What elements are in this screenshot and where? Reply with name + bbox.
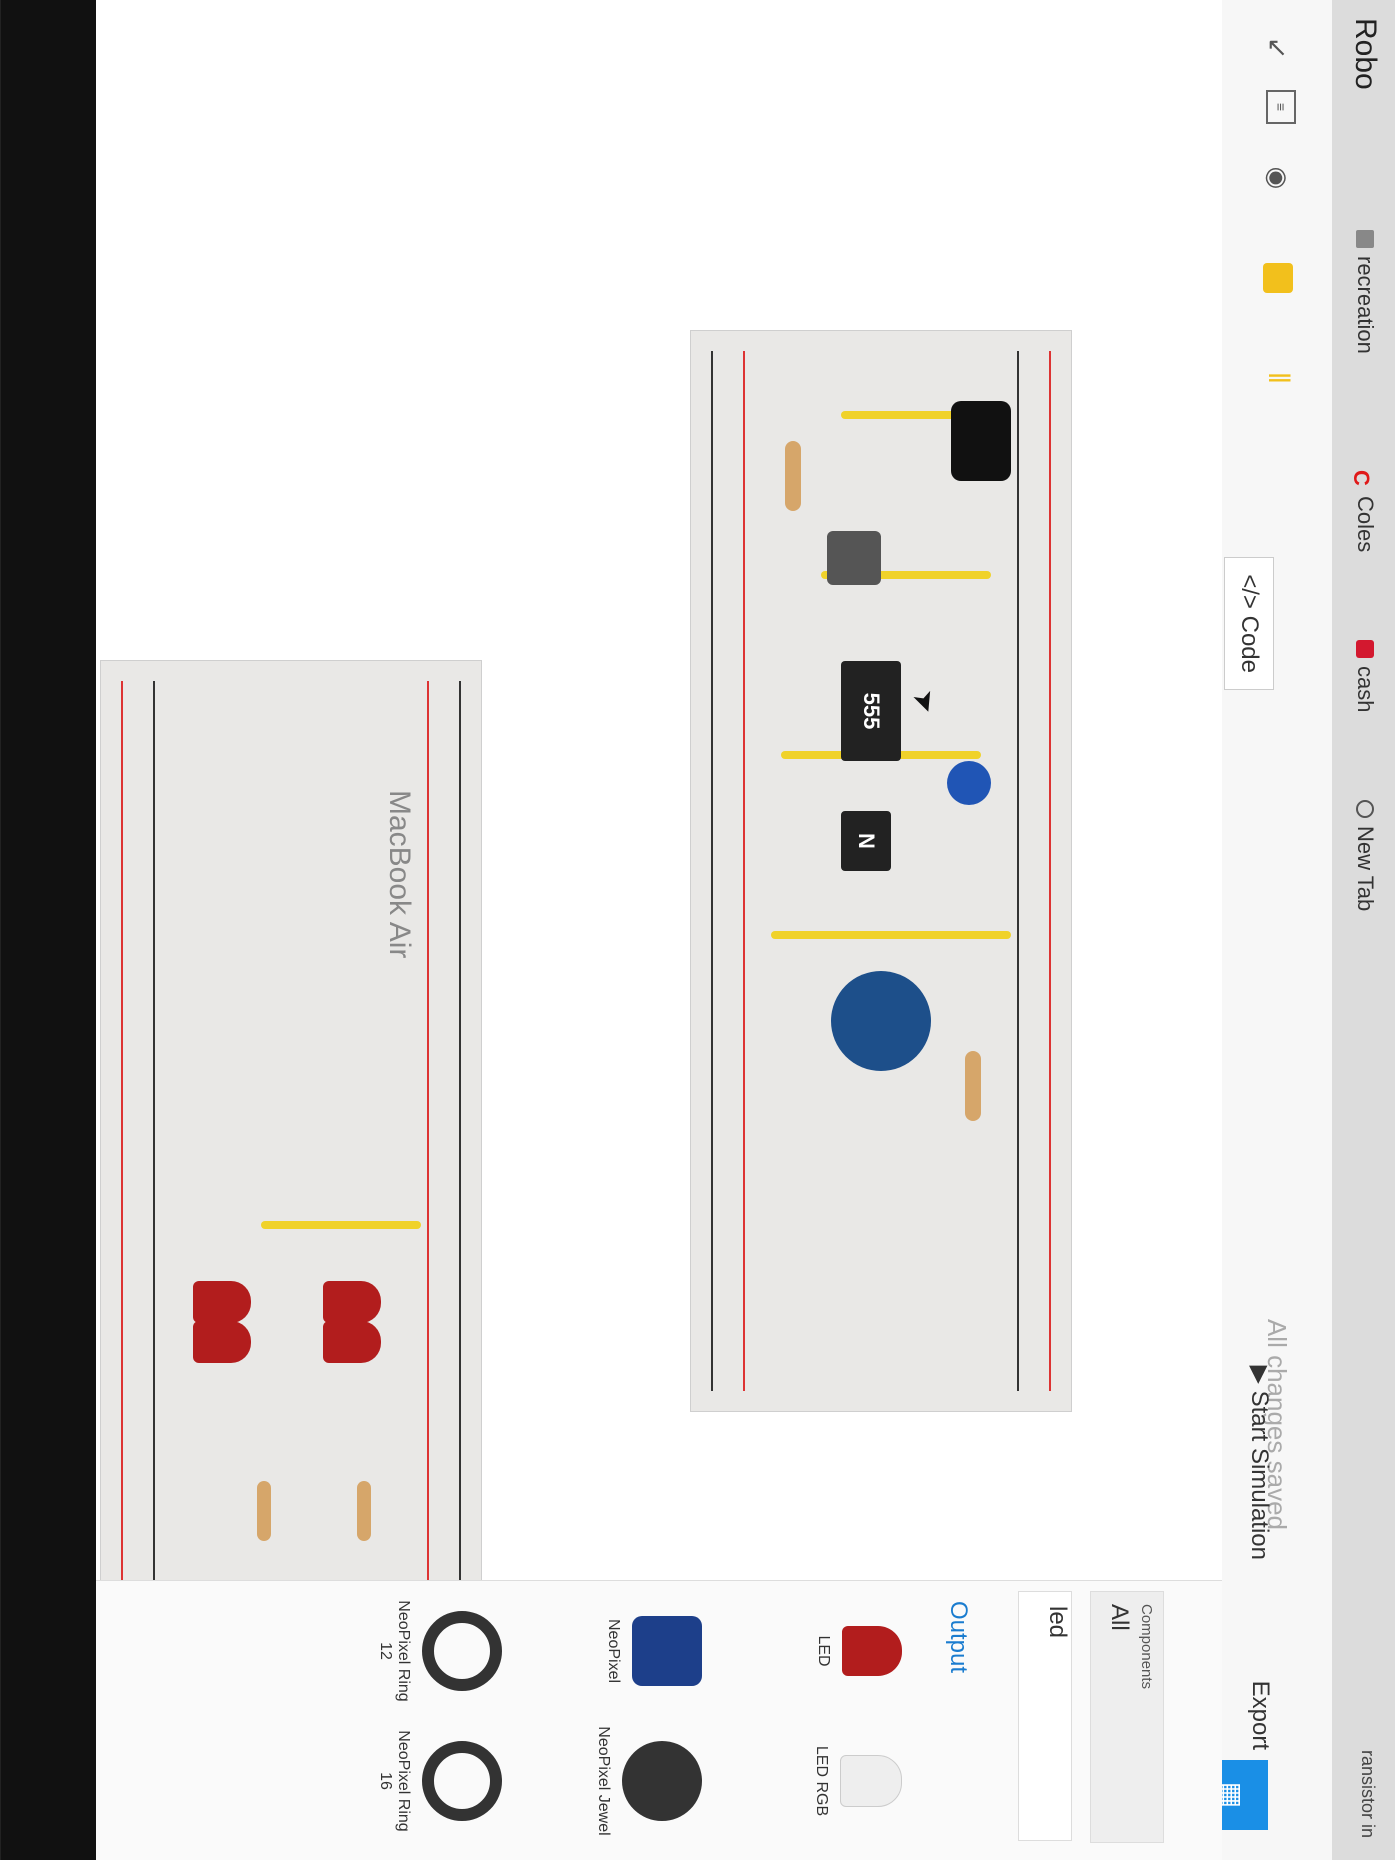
component-label: NeoPixel	[605, 1618, 622, 1684]
bookmark-coles[interactable]: C Coles	[1349, 470, 1378, 553]
led-red[interactable]	[323, 1281, 381, 1323]
component-label: NeoPixel Jewel	[595, 1726, 612, 1836]
npn-transistor[interactable]: N	[841, 811, 891, 871]
folder-icon	[1356, 230, 1374, 248]
bookmark-label: cash	[1353, 666, 1378, 713]
rail-positive	[1049, 351, 1051, 1391]
browser-tab-fragment[interactable]: ransistor in	[1357, 1750, 1378, 1838]
rail-negative	[153, 681, 155, 1701]
component-led-rgb[interactable]: LED RGB	[812, 1721, 902, 1841]
coles-logo-icon: C	[1349, 470, 1374, 486]
bookmark-label: New Tab	[1353, 826, 1378, 912]
laptop-screen: Robo recreation C Coles cash New Tab ran…	[1, 0, 1395, 1860]
ceramic-capacitor[interactable]	[947, 761, 991, 805]
resistor[interactable]	[357, 1481, 371, 1541]
jumper-wire[interactable]	[771, 931, 1011, 939]
app-title: Robo	[1349, 18, 1382, 90]
led-red[interactable]	[193, 1321, 251, 1363]
component-label: LED	[815, 1635, 832, 1667]
components-panel: Components All led Output LED LED RGB Ne…	[1, 1580, 1222, 1860]
led-red[interactable]	[323, 1321, 381, 1363]
yellow-swatch-icon	[1263, 263, 1293, 293]
bookmark-label: recreation	[1353, 256, 1378, 354]
rail-negative	[1017, 351, 1019, 1391]
rail-positive	[427, 681, 429, 1701]
rail-negative	[459, 681, 461, 1701]
component-led[interactable]: LED	[814, 1591, 902, 1711]
component-search-input[interactable]: led	[1018, 1591, 1072, 1841]
neopixel-icon	[632, 1616, 702, 1686]
potentiometer[interactable]	[831, 971, 931, 1071]
editor-toolbar: ↙ ≡ ◉ ‖ All changes saved ▦	[1196, 0, 1332, 1860]
components-dropdown[interactable]: Components All	[1090, 1591, 1164, 1843]
led-icon	[842, 1626, 902, 1676]
component-label: LED RGB	[813, 1745, 830, 1817]
eye-icon[interactable]: ◉	[1260, 160, 1296, 196]
breadboard-led[interactable]	[100, 660, 482, 1722]
globe-icon	[1356, 800, 1374, 818]
device-label: MacBook Air	[383, 790, 416, 959]
ic-555[interactable]: 555	[841, 661, 901, 761]
notes-icon[interactable]: ≡	[1266, 90, 1296, 124]
component-neopixel-ring-12[interactable]: NeoPixel Ring 12	[376, 1591, 502, 1711]
component-label: NeoPixel Ring 12	[377, 1600, 412, 1702]
code-icon: </>	[1236, 574, 1263, 616]
pushbutton[interactable]	[827, 531, 881, 585]
browser-bookmarks-bar: Robo recreation C Coles cash New Tab ran…	[1331, 0, 1395, 1860]
fill-color-swatch[interactable]	[1260, 260, 1296, 296]
jumper-wire[interactable]	[261, 1221, 421, 1229]
resistor[interactable]	[785, 441, 801, 511]
start-simulation-label: Start Simulation	[1246, 1390, 1273, 1560]
bookmark-new-tab[interactable]: New Tab	[1352, 800, 1378, 911]
bookmark-recreation[interactable]: recreation	[1352, 230, 1378, 354]
neopixel-ring-16-icon	[422, 1741, 502, 1821]
rail-positive	[121, 681, 123, 1701]
back-arrow-icon[interactable]: ↙	[1260, 30, 1296, 66]
photo-stage: Robo recreation C Coles cash New Tab ran…	[0, 0, 1395, 1860]
play-icon: ▶	[1246, 1365, 1273, 1391]
code-label: Code	[1236, 615, 1263, 673]
electrolytic-capacitor[interactable]	[951, 401, 1011, 481]
bookmark-cash[interactable]: cash	[1352, 640, 1378, 712]
component-label: NeoPixel Ring 16	[377, 1730, 412, 1832]
circuit-canvas[interactable]: 555 N ➤	[1, 0, 1222, 1722]
components-label: Components	[1138, 1604, 1155, 1690]
component-neopixel-ring-16[interactable]: NeoPixel Ring 16	[376, 1721, 502, 1841]
components-value: All	[1106, 1604, 1133, 1631]
code-button[interactable]: </> Code	[1224, 557, 1274, 690]
led-red[interactable]	[193, 1281, 251, 1323]
rail-negative	[711, 351, 713, 1391]
led-rgb-icon	[840, 1755, 902, 1807]
export-button[interactable]: Export	[1246, 1681, 1274, 1750]
start-simulation-button[interactable]: ▶ Start Simulation	[1245, 1365, 1274, 1560]
breadboard-main[interactable]: 555 N	[690, 330, 1072, 1412]
neopixel-ring-12-icon	[422, 1611, 502, 1691]
bookmark-label: Coles	[1353, 496, 1378, 553]
keyboard-edge	[1, 0, 96, 1860]
cash-icon	[1356, 640, 1374, 658]
wire-color-icon[interactable]: ‖	[1260, 360, 1296, 396]
output-section-title: Output	[945, 1601, 972, 1674]
component-neopixel[interactable]: NeoPixel	[604, 1591, 702, 1711]
resistor[interactable]	[965, 1051, 981, 1121]
component-neopixel-jewel[interactable]: NeoPixel Jewel	[594, 1721, 702, 1841]
resistor[interactable]	[257, 1481, 271, 1541]
rail-positive	[743, 351, 745, 1391]
neopixel-jewel-icon	[622, 1741, 702, 1821]
